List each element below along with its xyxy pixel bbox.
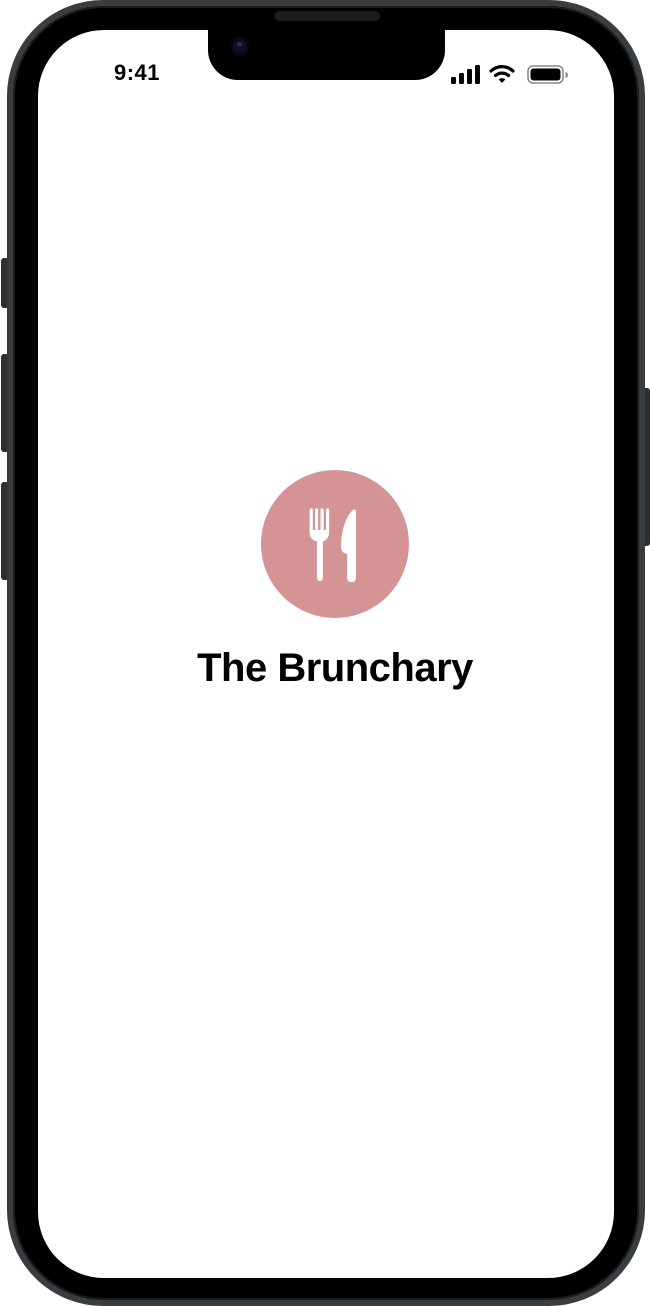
status-icons (450, 62, 570, 86)
fork-knife-icon (307, 506, 363, 583)
app-logo (261, 470, 409, 618)
phone-mockup: 9:41 The Brunchary (0, 0, 650, 1306)
front-camera (230, 36, 250, 56)
cellular-signal-icon (450, 62, 482, 86)
wifi-icon (489, 62, 515, 86)
battery-icon (527, 62, 569, 86)
status-time: 9:41 (114, 60, 161, 85)
earpiece-speaker (274, 11, 380, 21)
app-title: The Brunchary (197, 646, 473, 690)
